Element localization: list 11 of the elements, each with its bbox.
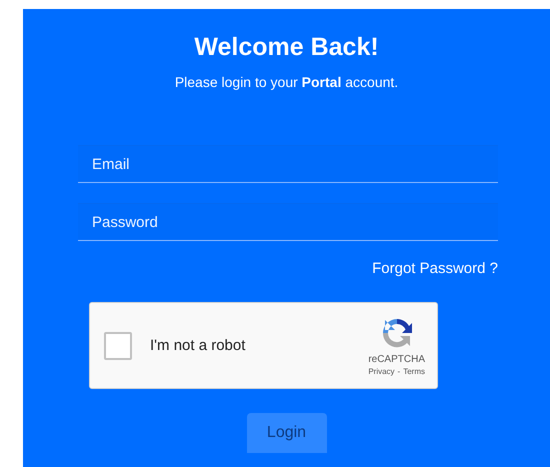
- forgot-password-link[interactable]: Forgot Password ?: [372, 260, 498, 277]
- captcha-label: I'm not a robot: [150, 337, 246, 354]
- input-field[interactable]: Email: [78, 145, 498, 183]
- input-field[interactable]: Password: [78, 203, 498, 241]
- welcome-title: Welcome Back!: [194, 32, 379, 63]
- captcha-checkbox[interactable]: [104, 332, 132, 360]
- recaptcha-brand: reCAPTCHA: [368, 354, 425, 364]
- privacy-link[interactable]: Privacy: [368, 366, 395, 376]
- subtitle-text: Please login to your Portal account.: [174, 74, 398, 90]
- separator-text: -: [398, 366, 400, 376]
- terms-link[interactable]: Terms: [403, 366, 425, 376]
